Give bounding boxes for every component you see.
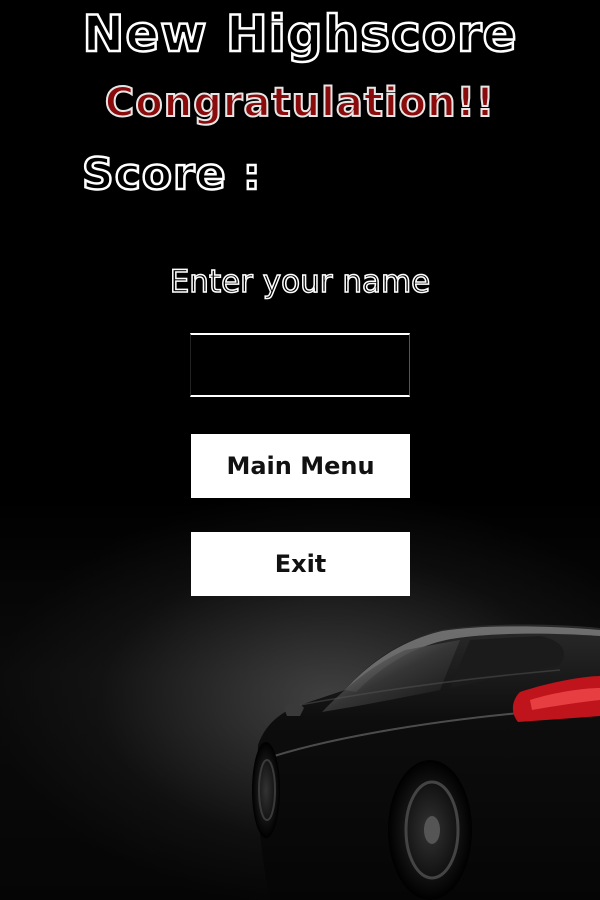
- score-label: Score :: [81, 148, 262, 202]
- enter-name-prompt: Enter your name: [169, 263, 431, 301]
- exit-button[interactable]: Exit: [191, 532, 410, 596]
- congratulation-text: Congratulation!!: [104, 79, 496, 127]
- main-menu-button[interactable]: Main Menu: [191, 434, 410, 498]
- score-label-text: Score :: [81, 148, 262, 202]
- player-name-input[interactable]: [190, 333, 410, 397]
- new-highscore-title: New Highscore: [81, 4, 518, 65]
